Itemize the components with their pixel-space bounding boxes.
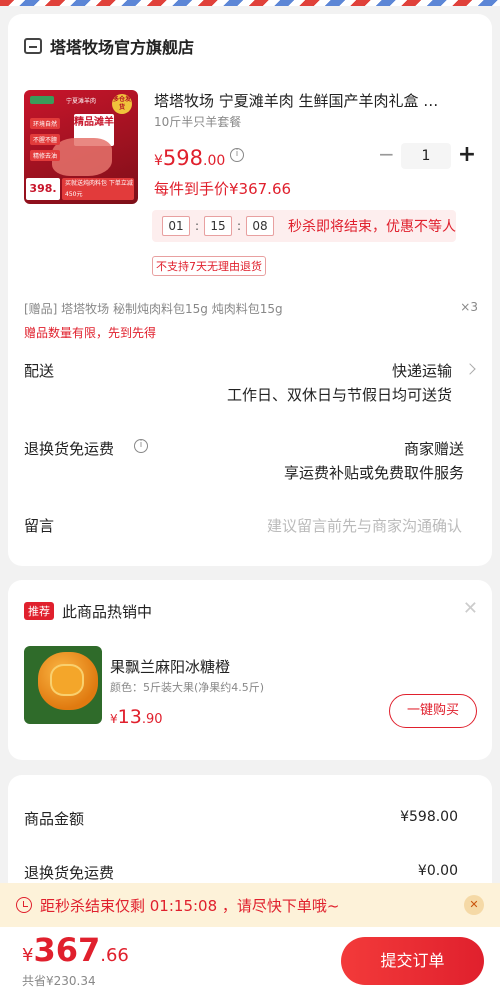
- countdown-colon: :: [236, 219, 242, 233]
- thumb-meat: [52, 138, 112, 176]
- thumb-tag: 精修去油: [30, 150, 61, 161]
- return-fee-sub: 享运费补贴或免费取件服务: [283, 464, 464, 482]
- price-integer: 13: [117, 706, 142, 728]
- gift-note: 赠品数量有限，先到先得: [24, 326, 157, 340]
- price-integer: 598: [162, 146, 204, 170]
- gift-multiplier: ×3: [460, 300, 478, 314]
- delivery-value[interactable]: 快递运输: [392, 360, 452, 381]
- delivery-label: 配送: [24, 362, 55, 380]
- recommend-item-name[interactable]: 果飘兰麻阳冰糖橙: [110, 656, 230, 677]
- price-currency: ¥: [154, 153, 163, 169]
- total-price: ¥367.66: [22, 931, 129, 969]
- close-icon[interactable]: ✕: [464, 895, 484, 915]
- recommend-card: 推荐 此商品热销中 ✕ 果飘兰麻阳冰糖橙 颜色：5斤装大果(净果约4.5斤) ¥…: [8, 580, 492, 760]
- clock-icon: [16, 897, 32, 913]
- store-name: 塔塔牧场官方旗舰店: [50, 38, 195, 57]
- close-icon[interactable]: ✕: [463, 598, 478, 619]
- quantity-decrease-button[interactable]: −: [378, 144, 395, 164]
- quantity-increase-button[interactable]: +: [457, 144, 477, 166]
- recommend-item-price: ¥13.90: [110, 706, 163, 728]
- buy-now-button[interactable]: 一键购买: [389, 694, 477, 728]
- recommend-title: 此商品热销中: [62, 603, 153, 621]
- summary-value: ¥598.00: [400, 809, 458, 825]
- product-price: ¥598.00: [154, 146, 225, 170]
- countdown-hours: 01: [162, 216, 190, 236]
- summary-value: ¥0.00: [417, 863, 458, 879]
- product-thumbnail[interactable]: 宁夏滩羊肉 多仓发货 精品滩羊 环境自然 不腥不膻 精修去油 398. 买就送炖…: [24, 90, 138, 204]
- unit-price: 每件到手价¥367.66: [154, 180, 292, 198]
- product-title[interactable]: 塔塔牧场 宁夏滩羊肉 生鲜国产羊肉礼盒 …: [154, 90, 474, 111]
- orange-slice: [50, 664, 84, 696]
- price-decimal: .90: [141, 712, 163, 727]
- saved-amount: 共省¥230.34: [22, 974, 96, 988]
- orange-image[interactable]: [24, 646, 102, 724]
- price-decimal: .00: [203, 153, 226, 169]
- info-icon[interactable]: i: [134, 439, 148, 453]
- price-currency: ¥: [110, 712, 118, 726]
- product-spec: 10斤半只羊套餐: [154, 115, 242, 129]
- gift-row: [赠品] 塔塔牧场 秘制炖肉料包15g 炖肉料包15g ×3: [24, 300, 478, 317]
- summary-label: 商品金额: [24, 810, 85, 828]
- thumb-tag: 不腥不膻: [30, 134, 61, 145]
- return-fee-value: 商家赠送: [403, 440, 464, 458]
- flash-sale-countdown: 01 : 15 : 08 秒杀即将结束，优惠不等人: [152, 210, 456, 242]
- summary-label: 退换货免运费: [24, 864, 115, 882]
- product-card: 塔塔牧场官方旗舰店 宁夏滩羊肉 多仓发货 精品滩羊 环境自然 不腥不膻 精修去油…: [8, 14, 492, 566]
- total-integer: 367: [33, 931, 101, 969]
- countdown-banner: 距秒杀结束仅剩 01:15:08 ，请尽快下单哦~ ✕: [0, 883, 500, 927]
- thumb-badge: 多仓发货: [112, 94, 132, 114]
- message-label: 留言: [24, 517, 55, 535]
- thumb-tag: 环境自然: [30, 118, 61, 129]
- thumb-logo: [30, 96, 54, 104]
- banner-text: 距秒杀结束仅剩 01:15:08 ，请尽快下单哦~: [40, 896, 340, 915]
- countdown-minutes: 15: [204, 216, 232, 236]
- store-header[interactable]: 塔塔牧场官方旗舰店: [24, 34, 194, 58]
- thumb-brand: 宁夏滩羊肉: [66, 98, 97, 105]
- message-input[interactable]: 建议留言前先与商家沟通确认: [267, 515, 462, 536]
- chevron-right-icon[interactable]: [464, 363, 476, 375]
- info-icon[interactable]: i: [230, 148, 244, 162]
- countdown-text: 秒杀即将结束，优惠不等人: [288, 219, 456, 235]
- quantity-input[interactable]: 1: [401, 143, 451, 169]
- thumb-promo: 买就送炖肉料包 下单立减450元: [62, 178, 134, 200]
- recommend-badge: 推荐: [24, 602, 54, 620]
- no-return-badge: 不支持7天无理由退货: [152, 256, 266, 276]
- countdown-seconds: 08: [246, 216, 274, 236]
- submit-order-button[interactable]: 提交订单: [341, 937, 484, 985]
- recommend-item-spec: 颜色：5斤装大果(净果约4.5斤): [110, 681, 265, 694]
- envelope-border: [0, 0, 500, 6]
- delivery-sub: 工作日、双休日与节假日均可送货: [226, 386, 452, 404]
- thumb-price: 398.: [26, 178, 60, 200]
- total-decimal: .66: [100, 945, 129, 966]
- store-icon: [24, 38, 42, 54]
- gift-text: [赠品] 塔塔牧场 秘制炖肉料包15g 炖肉料包15g: [24, 302, 283, 316]
- countdown-colon: :: [194, 219, 200, 233]
- checkout-bar: ¥367.66 共省¥230.34 提交订单: [0, 927, 500, 993]
- total-currency: ¥: [22, 945, 34, 966]
- return-fee-label: 退换货免运费: [24, 440, 115, 458]
